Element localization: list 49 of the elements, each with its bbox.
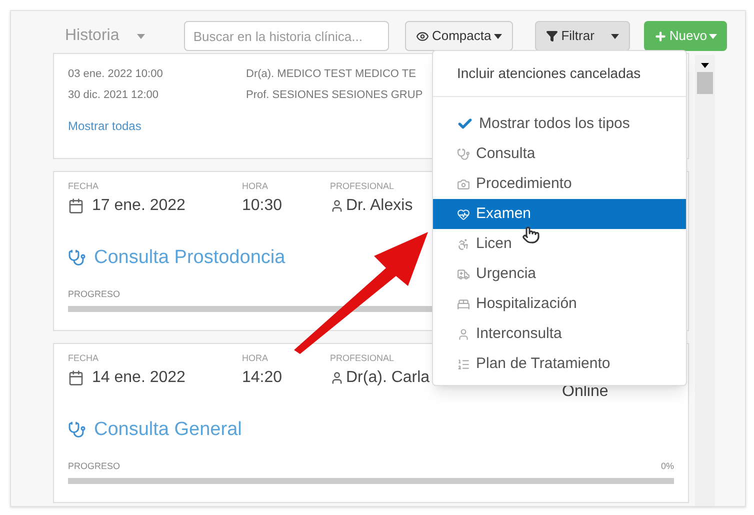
filter-icon: [546, 30, 558, 42]
field-label: PROFESIONAL: [330, 180, 396, 193]
scrollbar-thumb[interactable]: [697, 72, 713, 94]
menu-header[interactable]: Incluir atenciones canceladas: [433, 51, 686, 97]
eye-icon: [416, 30, 429, 42]
search-field[interactable]: Buscar en la historia clínica...: [184, 21, 389, 51]
menu-item[interactable]: Plan de Tratamiento: [433, 349, 686, 379]
date-text: 17 ene. 2022: [92, 196, 186, 216]
doctor-icon: [330, 370, 344, 384]
stethoscope-icon: [68, 420, 86, 439]
filter-button[interactable]: Filtrar: [535, 21, 630, 51]
calendar-icon: [68, 370, 84, 386]
menu-item[interactable]: Interconsulta: [433, 319, 686, 349]
menu-item[interactable]: Consulta: [433, 139, 686, 169]
view-mode-button[interactable]: Compacta: [404, 21, 514, 51]
caret-icon: [494, 34, 502, 38]
menu-item[interactable]: Hospitalización: [433, 289, 686, 319]
doctor-icon: [330, 198, 344, 212]
time-text: 14:20: [242, 368, 284, 388]
menu-item[interactable]: Procedimiento: [433, 169, 686, 199]
field-label: PROFESIONAL: [330, 352, 396, 365]
progress-value: 0%: [660, 460, 674, 473]
calendar-icon: [68, 198, 84, 214]
caret-icon: [611, 34, 620, 38]
field-label: HORA: [242, 180, 270, 193]
progress-label: PROGRESO: [68, 288, 120, 301]
stethoscope-icon: [68, 248, 86, 267]
hand-cursor-icon: [522, 226, 540, 244]
plus-icon: [654, 30, 668, 42]
professional-text: Dr(a). Carla: [346, 368, 430, 388]
caret-icon: [137, 34, 146, 38]
date-text: 03 ene. 2022 10:00: [68, 67, 164, 82]
field-label: FECHA: [68, 352, 100, 365]
professional-text: Dr(a). MEDICO TEST MEDICO TE: [246, 67, 416, 82]
date-text: 14 ene. 2022: [92, 368, 186, 388]
field-label: FECHA: [68, 180, 100, 193]
professional-text: Prof. SESIONES SESIONES GRUP: [246, 88, 423, 102]
professional-text: Dr. Alexis: [346, 196, 413, 216]
menu-item[interactable]: Mostrar todos los tipos: [433, 109, 686, 139]
menu-item[interactable]: Urgencia: [433, 259, 686, 289]
scrollbar[interactable]: [695, 55, 715, 506]
menu-item[interactable]: Licen: [433, 229, 686, 259]
date-text: 30 dic. 2021 12:00: [68, 88, 160, 102]
progress-label: PROGRESO: [68, 460, 120, 473]
field-label: HORA: [242, 352, 270, 365]
caret-icon: [701, 63, 709, 68]
menu-item[interactable]: Examen: [433, 199, 686, 229]
time-text: 10:30: [242, 196, 284, 216]
caret-icon: [709, 34, 717, 38]
